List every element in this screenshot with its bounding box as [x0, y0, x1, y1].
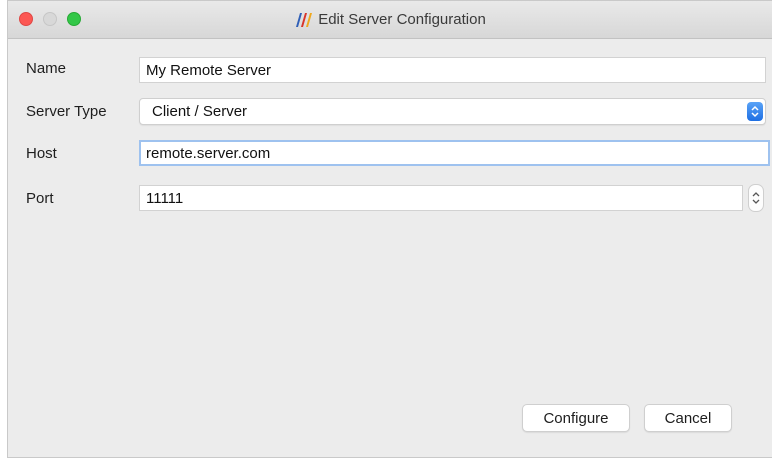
dialog-window: Edit Server Configuration Name Server Ty… — [7, 0, 772, 458]
server-type-select[interactable]: Client / Server — [139, 98, 766, 125]
host-field[interactable] — [139, 140, 770, 166]
name-label: Name — [26, 60, 67, 77]
cancel-button[interactable]: Cancel — [644, 404, 732, 432]
stepper-arrows-icon — [752, 192, 760, 204]
host-label: Host — [26, 145, 57, 162]
configure-button[interactable]: Configure — [522, 404, 630, 432]
window-title-group: Edit Server Configuration — [8, 1, 772, 38]
paraview-icon — [296, 12, 313, 27]
port-stepper[interactable] — [748, 184, 764, 212]
port-label: Port — [26, 190, 54, 207]
window-title: Edit Server Configuration — [318, 11, 486, 28]
server-type-value: Client / Server — [152, 103, 248, 120]
chevron-updown-icon — [747, 102, 763, 121]
name-field[interactable] — [139, 57, 766, 83]
port-field[interactable] — [139, 185, 743, 211]
server-type-label: Server Type — [26, 103, 107, 120]
title-bar[interactable]: Edit Server Configuration — [8, 1, 772, 39]
